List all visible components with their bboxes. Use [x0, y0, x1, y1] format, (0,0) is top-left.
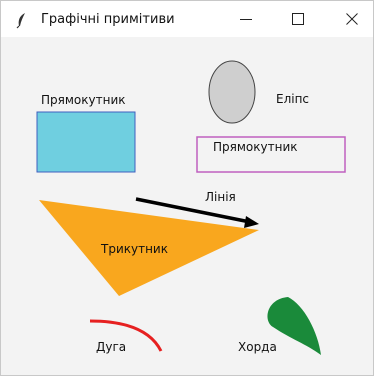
- label-triangle: Трикутник: [101, 242, 168, 256]
- feather-icon: [16, 13, 25, 29]
- ellipse-shape: [208, 60, 256, 124]
- maximize-button[interactable]: [275, 1, 321, 37]
- label-arc: Дуга: [96, 340, 127, 354]
- filled-rectangle: [36, 111, 136, 173]
- label-rectangle-filled: Прямокутник: [41, 93, 126, 107]
- maximize-icon: [292, 13, 304, 25]
- title-bar[interactable]: Графічні примітиви: [1, 1, 373, 37]
- label-ellipse: Еліпс: [276, 92, 310, 106]
- label-rectangle-outline: Прямокутник: [213, 140, 298, 154]
- drawing-canvas[interactable]: Прямокутник Еліпс Прямокутник Лінія Трик…: [1, 37, 373, 375]
- label-line: Лінія: [205, 190, 236, 204]
- shapes-layer: [36, 60, 346, 355]
- close-button[interactable]: [329, 1, 374, 37]
- close-icon: [346, 13, 358, 25]
- minimize-icon: [240, 19, 252, 20]
- label-chord: Хорда: [238, 340, 277, 354]
- line-arrowhead: [244, 216, 259, 228]
- minimize-button[interactable]: [223, 1, 269, 37]
- app-window: Графічні примітиви Прямокутник Еліпс Пря…: [0, 0, 374, 376]
- window-title: Графічні примітиви: [41, 12, 175, 27]
